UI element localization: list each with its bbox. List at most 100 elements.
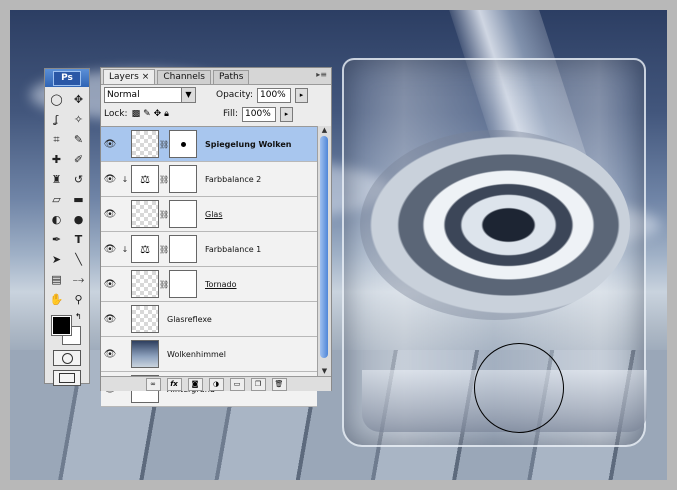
lock-transparency-icon[interactable]: ▩: [132, 109, 141, 119]
gradient-icon[interactable]: ▬: [70, 191, 87, 208]
history-brush-icon[interactable]: ↺: [70, 171, 87, 188]
layer-row[interactable]: 👁︎ ⛓︎ Tornado: [101, 267, 317, 302]
lock-all-icon[interactable]: 🔒︎: [164, 109, 169, 119]
tab-label: Channels: [163, 72, 205, 82]
fill-slider-button[interactable]: ▸: [280, 106, 294, 122]
mask-thumbnail[interactable]: [169, 165, 197, 193]
line-icon[interactable]: ╲: [70, 251, 87, 268]
eye-icon[interactable]: 👁︎: [101, 139, 119, 150]
scroll-down-icon[interactable]: ▼: [318, 367, 331, 376]
tab-channels[interactable]: Channels: [157, 70, 211, 84]
screen-mode-button[interactable]: [53, 370, 81, 386]
layer-row[interactable]: 👁︎ Wolkenhimmel: [101, 337, 317, 372]
lock-buttons: ▩ ✎ ✥ 🔒︎: [132, 109, 169, 119]
lock-label: Lock:: [104, 109, 128, 119]
link-layers-icon[interactable]: ∞: [145, 377, 161, 391]
eye-icon[interactable]: 👁︎: [101, 279, 119, 290]
tab-label: Paths: [218, 72, 244, 82]
quick-mask-icon: [61, 352, 73, 364]
adjustment-thumbnail: ⚖︎: [131, 235, 159, 263]
mask-thumbnail[interactable]: [169, 235, 197, 263]
fill-input[interactable]: 100%: [242, 106, 277, 122]
eye-icon[interactable]: 👁︎: [101, 314, 119, 325]
mask-thumbnail[interactable]: [169, 130, 197, 158]
layer-row[interactable]: 👁︎ ⛓︎ Spiegelung Wolken: [101, 127, 317, 162]
chain-icon[interactable]: ⛓︎: [159, 210, 169, 219]
group-icon[interactable]: ▭: [229, 377, 245, 391]
notes-icon[interactable]: ▤: [48, 271, 65, 288]
opacity-input[interactable]: 100%: [257, 87, 291, 103]
chain-icon[interactable]: ⛓︎: [159, 280, 169, 289]
window-frame: Ps ◯ ✥ ʆ ✧ ⌗ ✎ ✚ ✐ ♜ ↺ ▱ ▬ ◐ ● ✒ T ➤ ╲ ▤…: [0, 0, 677, 490]
chain-icon[interactable]: ⛓︎: [159, 175, 169, 184]
marquee-icon[interactable]: ◯: [48, 91, 65, 108]
add-mask-icon[interactable]: ◙: [187, 377, 203, 391]
lock-pixels-icon[interactable]: ✎: [143, 109, 151, 119]
layer-thumbnail: [131, 200, 159, 228]
toolbox-panel: Ps ◯ ✥ ʆ ✧ ⌗ ✎ ✚ ✐ ♜ ↺ ▱ ▬ ◐ ● ✒ T ➤ ╲ ▤…: [44, 68, 90, 386]
clip-arrow-icon: ↓: [121, 174, 129, 184]
opacity-slider-button[interactable]: ▸: [295, 87, 308, 103]
layer-row[interactable]: 👁︎ ⛓︎ Glas: [101, 197, 317, 232]
eye-icon[interactable]: 👁︎: [101, 244, 119, 255]
magic-wand-icon[interactable]: ✧: [70, 111, 87, 128]
layers-list: 👁︎ ⛓︎ Spiegelung Wolken 👁︎ ↓ ⚖︎ ⛓︎ Farbb…: [101, 126, 317, 407]
screen-mode-icon: [59, 373, 75, 383]
tab-paths[interactable]: Paths: [212, 70, 250, 84]
close-icon[interactable]: ×: [142, 71, 150, 84]
eye-icon[interactable]: 👁︎: [101, 209, 119, 220]
water-swirl: [360, 130, 630, 320]
eyedropper-icon[interactable]: ⤍: [70, 271, 87, 288]
panel-menu-icon[interactable]: ▸≡: [316, 70, 327, 79]
dodge-icon[interactable]: ●: [70, 211, 87, 228]
fx-icon[interactable]: fx: [166, 377, 182, 391]
layer-thumbnail: [131, 340, 159, 368]
scrollbar-thumb[interactable]: [320, 136, 328, 358]
adjustment-layer-icon[interactable]: ◑: [208, 377, 224, 391]
layers-scrollbar[interactable]: ▲ ▼: [317, 126, 331, 376]
eye-icon[interactable]: 👁︎: [101, 174, 119, 185]
chain-icon[interactable]: ⛓︎: [159, 140, 169, 149]
stamp-icon[interactable]: ♜: [48, 171, 65, 188]
toolbox-header: Ps: [45, 69, 89, 87]
pen-icon[interactable]: ✒: [48, 231, 65, 248]
foreground-color-swatch[interactable]: [51, 315, 72, 336]
layer-row[interactable]: 👁︎ ↓ ⚖︎ ⛓︎ Farbbalance 1: [101, 232, 317, 267]
brush-icon[interactable]: ✐: [70, 151, 87, 168]
mask-thumbnail[interactable]: [169, 270, 197, 298]
tab-layers[interactable]: Layers ×: [103, 69, 156, 84]
path-select-icon[interactable]: ➤: [48, 251, 65, 268]
scroll-up-icon[interactable]: ▲: [318, 126, 331, 135]
new-layer-icon[interactable]: ❐: [250, 377, 266, 391]
tool-grid: ◯ ✥ ʆ ✧ ⌗ ✎ ✚ ✐ ♜ ↺ ▱ ▬ ◐ ● ✒ T ➤ ╲ ▤ ⤍ …: [45, 87, 89, 308]
type-icon[interactable]: T: [70, 231, 87, 248]
lock-row: Lock: ▩ ✎ ✥ 🔒︎ Fill: 100% ▸: [101, 105, 331, 123]
crop-icon[interactable]: ⌗: [48, 131, 65, 148]
zoom-icon[interactable]: ⚲: [70, 291, 87, 308]
healing-icon[interactable]: ✚: [48, 151, 65, 168]
blend-mode-select[interactable]: Normal ▼: [104, 87, 196, 103]
eye-icon[interactable]: 👁︎: [101, 349, 119, 360]
eraser-icon[interactable]: ▱: [48, 191, 65, 208]
layer-thumbnail: [131, 305, 159, 333]
lasso-icon[interactable]: ʆ: [48, 111, 65, 128]
layer-thumbnail: [131, 270, 159, 298]
adjustment-thumbnail: ⚖︎: [131, 165, 159, 193]
chain-icon[interactable]: ⛓︎: [159, 245, 169, 254]
quick-mask-button[interactable]: [53, 350, 81, 366]
chevron-down-icon[interactable]: ▼: [181, 88, 195, 102]
opacity-label: Opacity:: [216, 90, 253, 100]
lock-position-icon[interactable]: ✥: [154, 109, 162, 119]
layer-name: Glas: [205, 209, 223, 219]
clip-arrow-icon: ↓: [121, 244, 129, 254]
layer-row[interactable]: 👁︎ Glasreflexe: [101, 302, 317, 337]
move-icon[interactable]: ✥: [70, 91, 87, 108]
blur-icon[interactable]: ◐: [48, 211, 65, 228]
layer-row[interactable]: 👁︎ ↓ ⚖︎ ⛓︎ Farbbalance 2: [101, 162, 317, 197]
mask-thumbnail[interactable]: [169, 200, 197, 228]
swap-colors-icon[interactable]: ↰: [75, 312, 82, 321]
fill-label: Fill:: [222, 109, 239, 119]
trash-icon[interactable]: 🗑︎: [271, 377, 287, 391]
hand-icon[interactable]: ✋: [48, 291, 65, 308]
slice-icon[interactable]: ✎: [70, 131, 87, 148]
